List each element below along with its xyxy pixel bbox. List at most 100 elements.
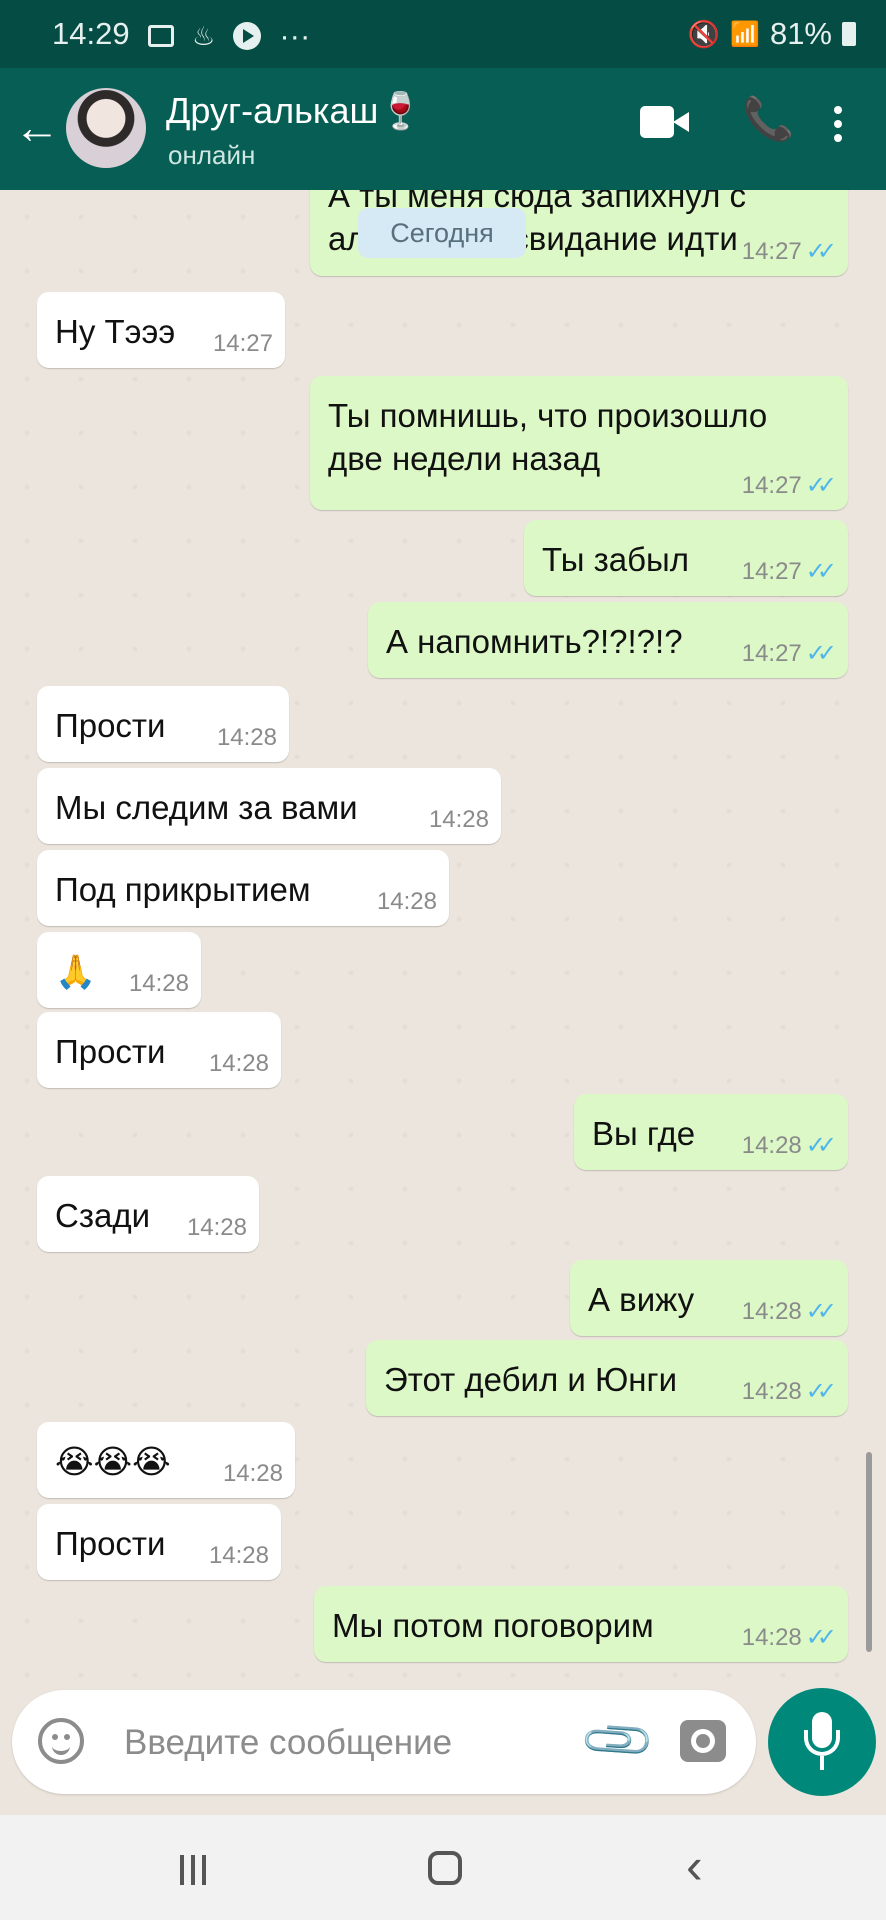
voice-call-icon[interactable]: 📞 — [742, 98, 794, 140]
message-text: Ты забыл — [542, 541, 689, 578]
message-time: 14:27 — [212, 330, 273, 357]
contact-status: онлайн — [168, 140, 256, 170]
incoming-message[interactable]: Прости 14:28 — [37, 686, 289, 762]
incoming-message[interactable]: 🙏 14:28 — [37, 932, 201, 1008]
message-text: Прости — [55, 1033, 166, 1070]
notification-icons: ♨ ··· — [148, 18, 310, 54]
message-meta: 14:28 — [187, 1214, 247, 1242]
message-meta: 14:28 — [377, 888, 437, 916]
message-time: 14:28 — [741, 1297, 802, 1325]
contact-avatar[interactable] — [66, 88, 146, 168]
app-notification-icon: ♨ — [192, 20, 216, 51]
message-meta: 14:28 — [429, 806, 489, 834]
message-text: Сзади — [55, 1197, 151, 1234]
back-arrow-icon[interactable]: ← — [14, 104, 60, 150]
wifi-signal-icon: 📶 — [730, 20, 760, 48]
message-meta: 14:28 ✓✓ — [741, 1131, 837, 1160]
message-list[interactable]: А ты меня сюда запихнул с ал свидание ид… — [0, 190, 886, 1682]
status-bar: 14:29 ♨ ··· 🔇 📶 81% — [0, 0, 886, 68]
incoming-message[interactable]: Ну Тэээ 14:27 — [37, 292, 285, 368]
message-meta: 14:28 ✓✓ — [741, 1297, 837, 1326]
message-text: Вы где — [592, 1115, 696, 1152]
incoming-message[interactable]: 😭😭😭 14:28 — [37, 1422, 295, 1498]
message-meta: 14:28 — [217, 724, 277, 752]
read-receipt-icon: ✓✓ — [805, 1378, 837, 1405]
outgoing-message[interactable]: Мы потом поговорим 14:28 ✓✓ — [314, 1586, 848, 1662]
message-text: Этот дебил и Юнги — [384, 1361, 678, 1398]
read-receipt-icon: ✓✓ — [805, 558, 837, 585]
read-receipt-icon: ✓✓ — [805, 472, 837, 499]
system-nav-bar: ‹ — [0, 1815, 886, 1920]
recent-apps-icon[interactable] — [180, 1855, 214, 1885]
message-meta: 14:27 ✓✓ — [742, 237, 837, 266]
date-separator: Сегодня — [358, 208, 526, 258]
attach-icon[interactable]: 📎 — [577, 1699, 660, 1782]
message-meta: 14:28 — [129, 970, 189, 998]
read-receipt-icon: ✓✓ — [805, 238, 837, 265]
emoji-icon[interactable] — [38, 1718, 84, 1764]
message-composer: 📎 — [12, 1690, 756, 1794]
scrollbar[interactable] — [866, 1452, 872, 1652]
more-notifications-icon: ··· — [279, 18, 311, 53]
contact-name[interactable]: Друг-алькаш🍷 — [166, 90, 423, 132]
outgoing-message[interactable]: А вижу 14:28 ✓✓ — [570, 1260, 848, 1336]
message-time: 14:28 — [216, 724, 277, 751]
message-time: 14:28 — [128, 970, 189, 997]
system-icons: 🔇 📶 81% — [688, 16, 856, 52]
incoming-message[interactable]: Прости 14:28 — [37, 1504, 281, 1580]
message-meta: 14:27 ✓✓ — [742, 471, 837, 500]
outgoing-message[interactable]: А напомнить?!?!?!? 14:27 ✓✓ — [368, 602, 848, 678]
message-text: 😭😭😭 — [55, 1443, 171, 1480]
message-input[interactable] — [122, 1714, 566, 1772]
outgoing-message[interactable]: Ты помнишь, что произошло две недели наз… — [310, 376, 848, 510]
read-receipt-icon: ✓✓ — [805, 1624, 837, 1651]
message-text: Ты помнишь, что произошло две недели наз… — [328, 397, 768, 477]
more-options-icon[interactable] — [834, 106, 842, 144]
outgoing-message[interactable]: Вы где 14:28 ✓✓ — [574, 1094, 848, 1170]
outgoing-message[interactable]: Ты забыл 14:27 ✓✓ — [524, 520, 848, 596]
nav-back-icon[interactable]: ‹ — [686, 1841, 703, 1891]
message-time: 14:28 — [741, 1623, 802, 1651]
status-time: 14:29 — [52, 16, 130, 51]
message-meta: 14:27 — [213, 330, 273, 358]
message-time: 14:28 — [376, 888, 437, 915]
voice-message-button[interactable] — [768, 1688, 876, 1796]
incoming-message[interactable]: Мы следим за вами 14:28 — [37, 768, 501, 844]
message-time: 14:28 — [208, 1050, 269, 1077]
message-meta: 14:28 ✓✓ — [741, 1377, 837, 1406]
message-text: Прости — [55, 1525, 166, 1562]
message-text: А напомнить?!?!?!? — [386, 623, 683, 660]
message-text: 🙏 — [55, 953, 97, 990]
message-meta: 14:27 ✓✓ — [742, 557, 837, 586]
incoming-message[interactable]: Сзади 14:28 — [37, 1176, 259, 1252]
battery-level: 81% — [769, 16, 832, 51]
message-meta: 14:27 ✓✓ — [741, 639, 837, 668]
message-time: 14:28 — [186, 1214, 247, 1241]
message-meta: 14:28 ✓✓ — [741, 1623, 837, 1652]
message-text: А вижу — [588, 1281, 695, 1318]
read-receipt-icon: ✓✓ — [805, 1132, 837, 1159]
chat-header: ← Друг-алькаш🍷 онлайн 📞 — [0, 68, 886, 190]
play-notification-icon — [233, 22, 262, 50]
video-call-icon[interactable] — [640, 106, 689, 138]
message-time: 14:28 — [741, 1131, 802, 1159]
message-time: 14:28 — [741, 1377, 802, 1405]
message-text: Мы потом поговорим — [332, 1607, 654, 1644]
mute-icon: 🔇 — [687, 18, 721, 49]
message-text: Под прикрытием — [55, 871, 311, 908]
read-receipt-icon: ✓✓ — [805, 1298, 837, 1325]
message-text: Мы следим за вами — [55, 789, 358, 826]
message-time: 14:28 — [428, 806, 489, 833]
battery-icon — [842, 22, 856, 46]
incoming-message[interactable]: Прости 14:28 — [37, 1012, 281, 1088]
read-receipt-icon: ✓✓ — [805, 640, 837, 667]
camera-icon[interactable] — [680, 1720, 726, 1762]
message-text: Прости — [55, 707, 166, 744]
message-meta: 14:28 — [223, 1460, 283, 1488]
message-meta: 14:28 — [209, 1542, 269, 1570]
gallery-notification-icon — [148, 25, 174, 47]
outgoing-message[interactable]: Этот дебил и Юнги 14:28 ✓✓ — [366, 1340, 848, 1416]
home-icon[interactable] — [428, 1851, 462, 1885]
incoming-message[interactable]: Под прикрытием 14:28 — [37, 850, 449, 926]
message-time: 14:27 — [741, 639, 802, 667]
